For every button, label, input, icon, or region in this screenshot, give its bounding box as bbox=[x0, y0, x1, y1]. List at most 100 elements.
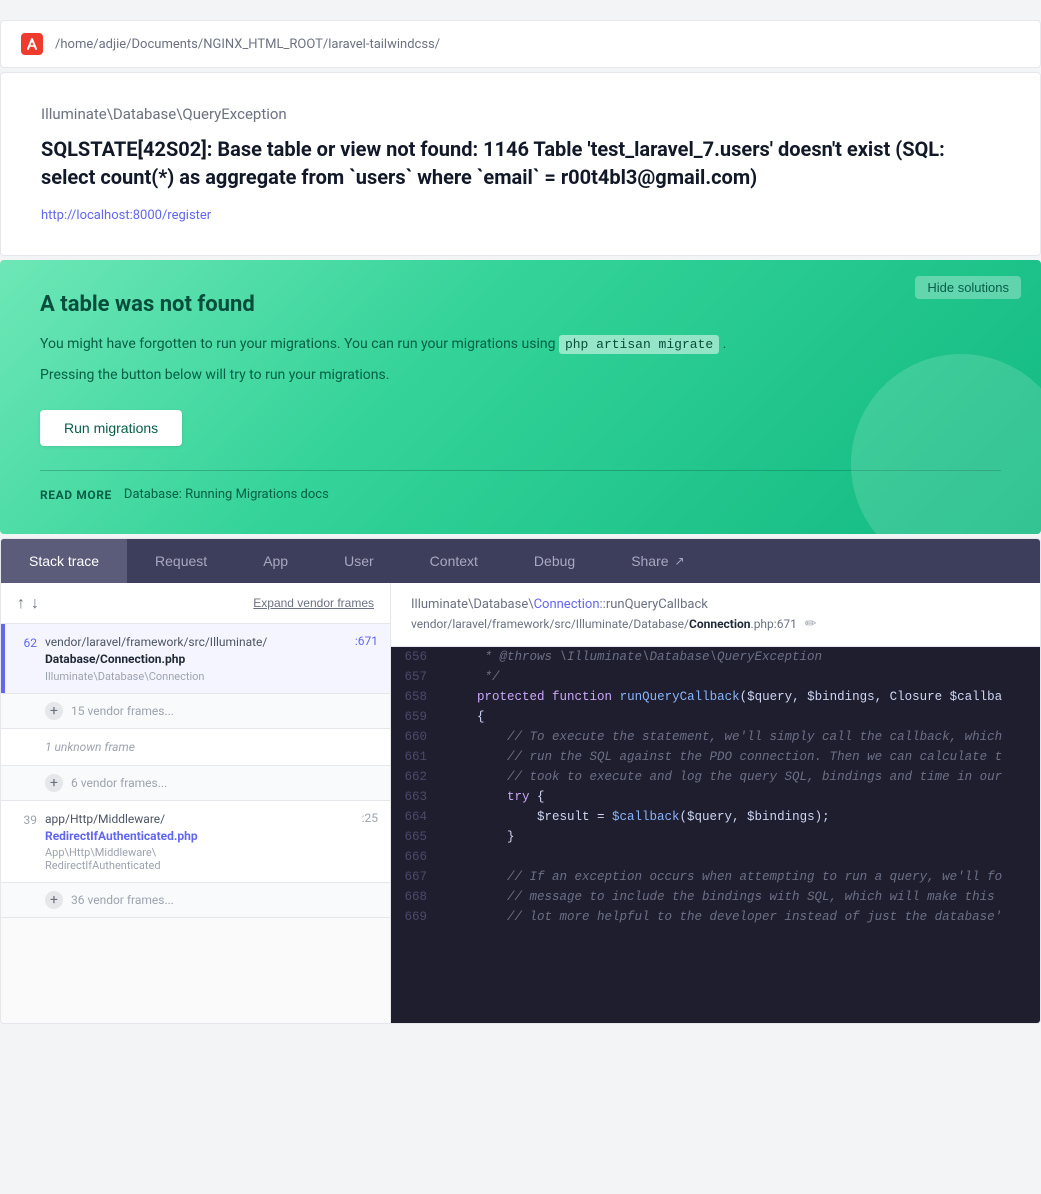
frame-line-62: :671 bbox=[347, 634, 378, 648]
expand-vendor-frames-button[interactable]: Expand vendor frames bbox=[253, 596, 374, 610]
frame-number-62: 62 bbox=[17, 634, 45, 650]
line-code-667: // If an exception occurs when attemptin… bbox=[439, 867, 1040, 887]
frame-info-62: vendor/laravel/framework/src/Illuminate/… bbox=[45, 634, 347, 683]
solution-desc-1: You might have forgotten to run your mig… bbox=[40, 336, 555, 352]
frame-item-39[interactable]: 39 app/Http/Middleware/RedirectIfAuthent… bbox=[1, 801, 390, 883]
read-more-link[interactable]: Database: Running Migrations docs bbox=[124, 487, 329, 502]
code-block[interactable]: 656 * @throws \Illuminate\Database\Query… bbox=[391, 647, 1040, 1023]
line-code-664: $result = $callback($query, $bindings); bbox=[439, 807, 1040, 827]
code-line-658: 658 protected function runQueryCallback(… bbox=[391, 687, 1040, 707]
hide-solutions-button[interactable]: Hide solutions bbox=[915, 276, 1021, 299]
line-num-661: 661 bbox=[391, 747, 439, 767]
line-num-668: 668 bbox=[391, 887, 439, 907]
line-num-658: 658 bbox=[391, 687, 439, 707]
vendor-frames-6-group: + 6 vendor frames... bbox=[1, 766, 390, 801]
frame-info-39: app/Http/Middleware/RedirectIfAuthentica… bbox=[45, 811, 354, 873]
tab-share[interactable]: Share ↗ bbox=[603, 539, 712, 583]
run-migrations-button[interactable]: Run migrations bbox=[40, 410, 182, 446]
stack-content: ↑ ↓ Expand vendor frames 62 vendor/larav… bbox=[1, 583, 1040, 1023]
line-num-666: 666 bbox=[391, 847, 439, 867]
code-line-664: 664 $result = $callback($query, $binding… bbox=[391, 807, 1040, 827]
frame-class-62: Illuminate\Database\Connection bbox=[45, 670, 347, 683]
line-code-659: { bbox=[439, 707, 1040, 727]
unknown-frame-text: 1 unknown frame bbox=[45, 740, 135, 754]
vendor-frames-15-row[interactable]: + 15 vendor frames... bbox=[1, 694, 390, 728]
arrow-up-icon[interactable]: ↑ bbox=[17, 593, 25, 613]
tab-context[interactable]: Context bbox=[402, 539, 506, 583]
line-num-664: 664 bbox=[391, 807, 439, 827]
vendor-frames-36-row[interactable]: + 36 vendor frames... bbox=[1, 883, 390, 917]
tab-app[interactable]: App bbox=[235, 539, 316, 583]
line-code-660: // To execute the statement, we'll simpl… bbox=[439, 727, 1040, 747]
line-num-656: 656 bbox=[391, 647, 439, 667]
frame-group-62: 62 vendor/laravel/framework/src/Illumina… bbox=[1, 624, 390, 694]
exception-message: SQLSTATE[42S02]: Base table or view not … bbox=[41, 135, 1000, 191]
frame-number-39: 39 bbox=[17, 811, 45, 827]
code-line-661: 661 // run the SQL against the PDO conne… bbox=[391, 747, 1040, 767]
code-line-663: 663 try { bbox=[391, 787, 1040, 807]
vendor-frames-36-label: 36 vendor frames... bbox=[71, 893, 174, 907]
line-code-666 bbox=[439, 847, 1040, 867]
code-table: 656 * @throws \Illuminate\Database\Query… bbox=[391, 647, 1040, 927]
code-file-path: vendor/laravel/framework/src/Illuminate/… bbox=[411, 617, 797, 631]
vendor-frames-36-group: + 36 vendor frames... bbox=[1, 883, 390, 918]
line-num-659: 659 bbox=[391, 707, 439, 727]
tab-stack-trace[interactable]: Stack trace bbox=[1, 539, 127, 583]
solution-desc-2: . bbox=[723, 336, 727, 352]
code-line-660: 660 // To execute the statement, we'll s… bbox=[391, 727, 1040, 747]
frame-line-39: :25 bbox=[354, 811, 378, 825]
share-icon: ↗ bbox=[675, 554, 685, 568]
tab-debug[interactable]: Debug bbox=[506, 539, 603, 583]
code-header-class-highlight: Connection bbox=[534, 597, 600, 612]
vendor-expand-icon-6: + bbox=[45, 774, 63, 792]
line-code-656: * @throws \Illuminate\Database\QueryExce… bbox=[439, 647, 1040, 667]
frame-item-62[interactable]: 62 vendor/laravel/framework/src/Illumina… bbox=[1, 624, 390, 693]
solution-desc-3: Pressing the button below will try to ru… bbox=[40, 364, 1001, 386]
code-line-657: 657 */ bbox=[391, 667, 1040, 687]
read-more-label: READ MORE bbox=[40, 488, 112, 502]
line-num-662: 662 bbox=[391, 767, 439, 787]
line-code-657: */ bbox=[439, 667, 1040, 687]
code-line-666: 666 bbox=[391, 847, 1040, 867]
frame-class-39: App\Http\Middleware\RedirectIfAuthentica… bbox=[45, 846, 354, 872]
tab-user[interactable]: User bbox=[316, 539, 402, 583]
line-code-669: // lot more helpful to the developer ins… bbox=[439, 907, 1040, 927]
exception-class: Illuminate\Database\QueryException bbox=[41, 105, 1000, 123]
solution-description: You might have forgotten to run your mig… bbox=[40, 333, 1001, 356]
tab-request[interactable]: Request bbox=[127, 539, 235, 583]
vendor-frames-6-label: 6 vendor frames... bbox=[71, 776, 167, 790]
vendor-frames-15-label: 15 vendor frames... bbox=[71, 704, 174, 718]
header-bar: /home/adjie/Documents/NGINX_HTML_ROOT/la… bbox=[0, 20, 1041, 68]
line-code-661: // run the SQL against the PDO connectio… bbox=[439, 747, 1040, 767]
line-code-665: } bbox=[439, 827, 1040, 847]
frame-file-39: app/Http/Middleware/RedirectIfAuthentica… bbox=[45, 811, 354, 845]
code-header-class: Illuminate\Database\Connection::runQuery… bbox=[411, 597, 1020, 612]
line-num-665: 665 bbox=[391, 827, 439, 847]
edit-file-icon[interactable]: ✏ bbox=[805, 616, 817, 632]
line-num-657: 657 bbox=[391, 667, 439, 687]
code-line-659: 659 { bbox=[391, 707, 1040, 727]
line-num-660: 660 bbox=[391, 727, 439, 747]
error-card: Illuminate\Database\QueryException SQLST… bbox=[0, 72, 1041, 256]
tabs-bar: Stack trace Request App User Context Deb… bbox=[1, 539, 1040, 583]
line-num-669: 669 bbox=[391, 907, 439, 927]
frames-toolbar: ↑ ↓ Expand vendor frames bbox=[1, 583, 390, 624]
solutions-card: Hide solutions A table was not found You… bbox=[0, 260, 1041, 534]
line-code-662: // took to execute and log the query SQL… bbox=[439, 767, 1040, 787]
code-line-668: 668 // message to include the bindings w… bbox=[391, 887, 1040, 907]
line-num-667: 667 bbox=[391, 867, 439, 887]
code-panel: Illuminate\Database\Connection::runQuery… bbox=[391, 583, 1040, 1023]
arrow-down-icon[interactable]: ↓ bbox=[31, 593, 39, 613]
exception-url[interactable]: http://localhost:8000/register bbox=[41, 208, 211, 223]
vendor-frames-6-row[interactable]: + 6 vendor frames... bbox=[1, 766, 390, 800]
stack-section: Stack trace Request App User Context Deb… bbox=[0, 538, 1041, 1024]
read-more-section: READ MORE Database: Running Migrations d… bbox=[40, 470, 1001, 502]
frame-group-39: 39 app/Http/Middleware/RedirectIfAuthent… bbox=[1, 801, 390, 884]
frame-file-62: vendor/laravel/framework/src/Illuminate/… bbox=[45, 634, 347, 668]
code-line-656: 656 * @throws \Illuminate\Database\Query… bbox=[391, 647, 1040, 667]
vendor-expand-icon-15: + bbox=[45, 702, 63, 720]
frames-panel: ↑ ↓ Expand vendor frames 62 vendor/larav… bbox=[1, 583, 391, 1023]
line-num-663: 663 bbox=[391, 787, 439, 807]
line-code-668: // message to include the bindings with … bbox=[439, 887, 1040, 907]
code-line-669: 669 // lot more helpful to the developer… bbox=[391, 907, 1040, 927]
